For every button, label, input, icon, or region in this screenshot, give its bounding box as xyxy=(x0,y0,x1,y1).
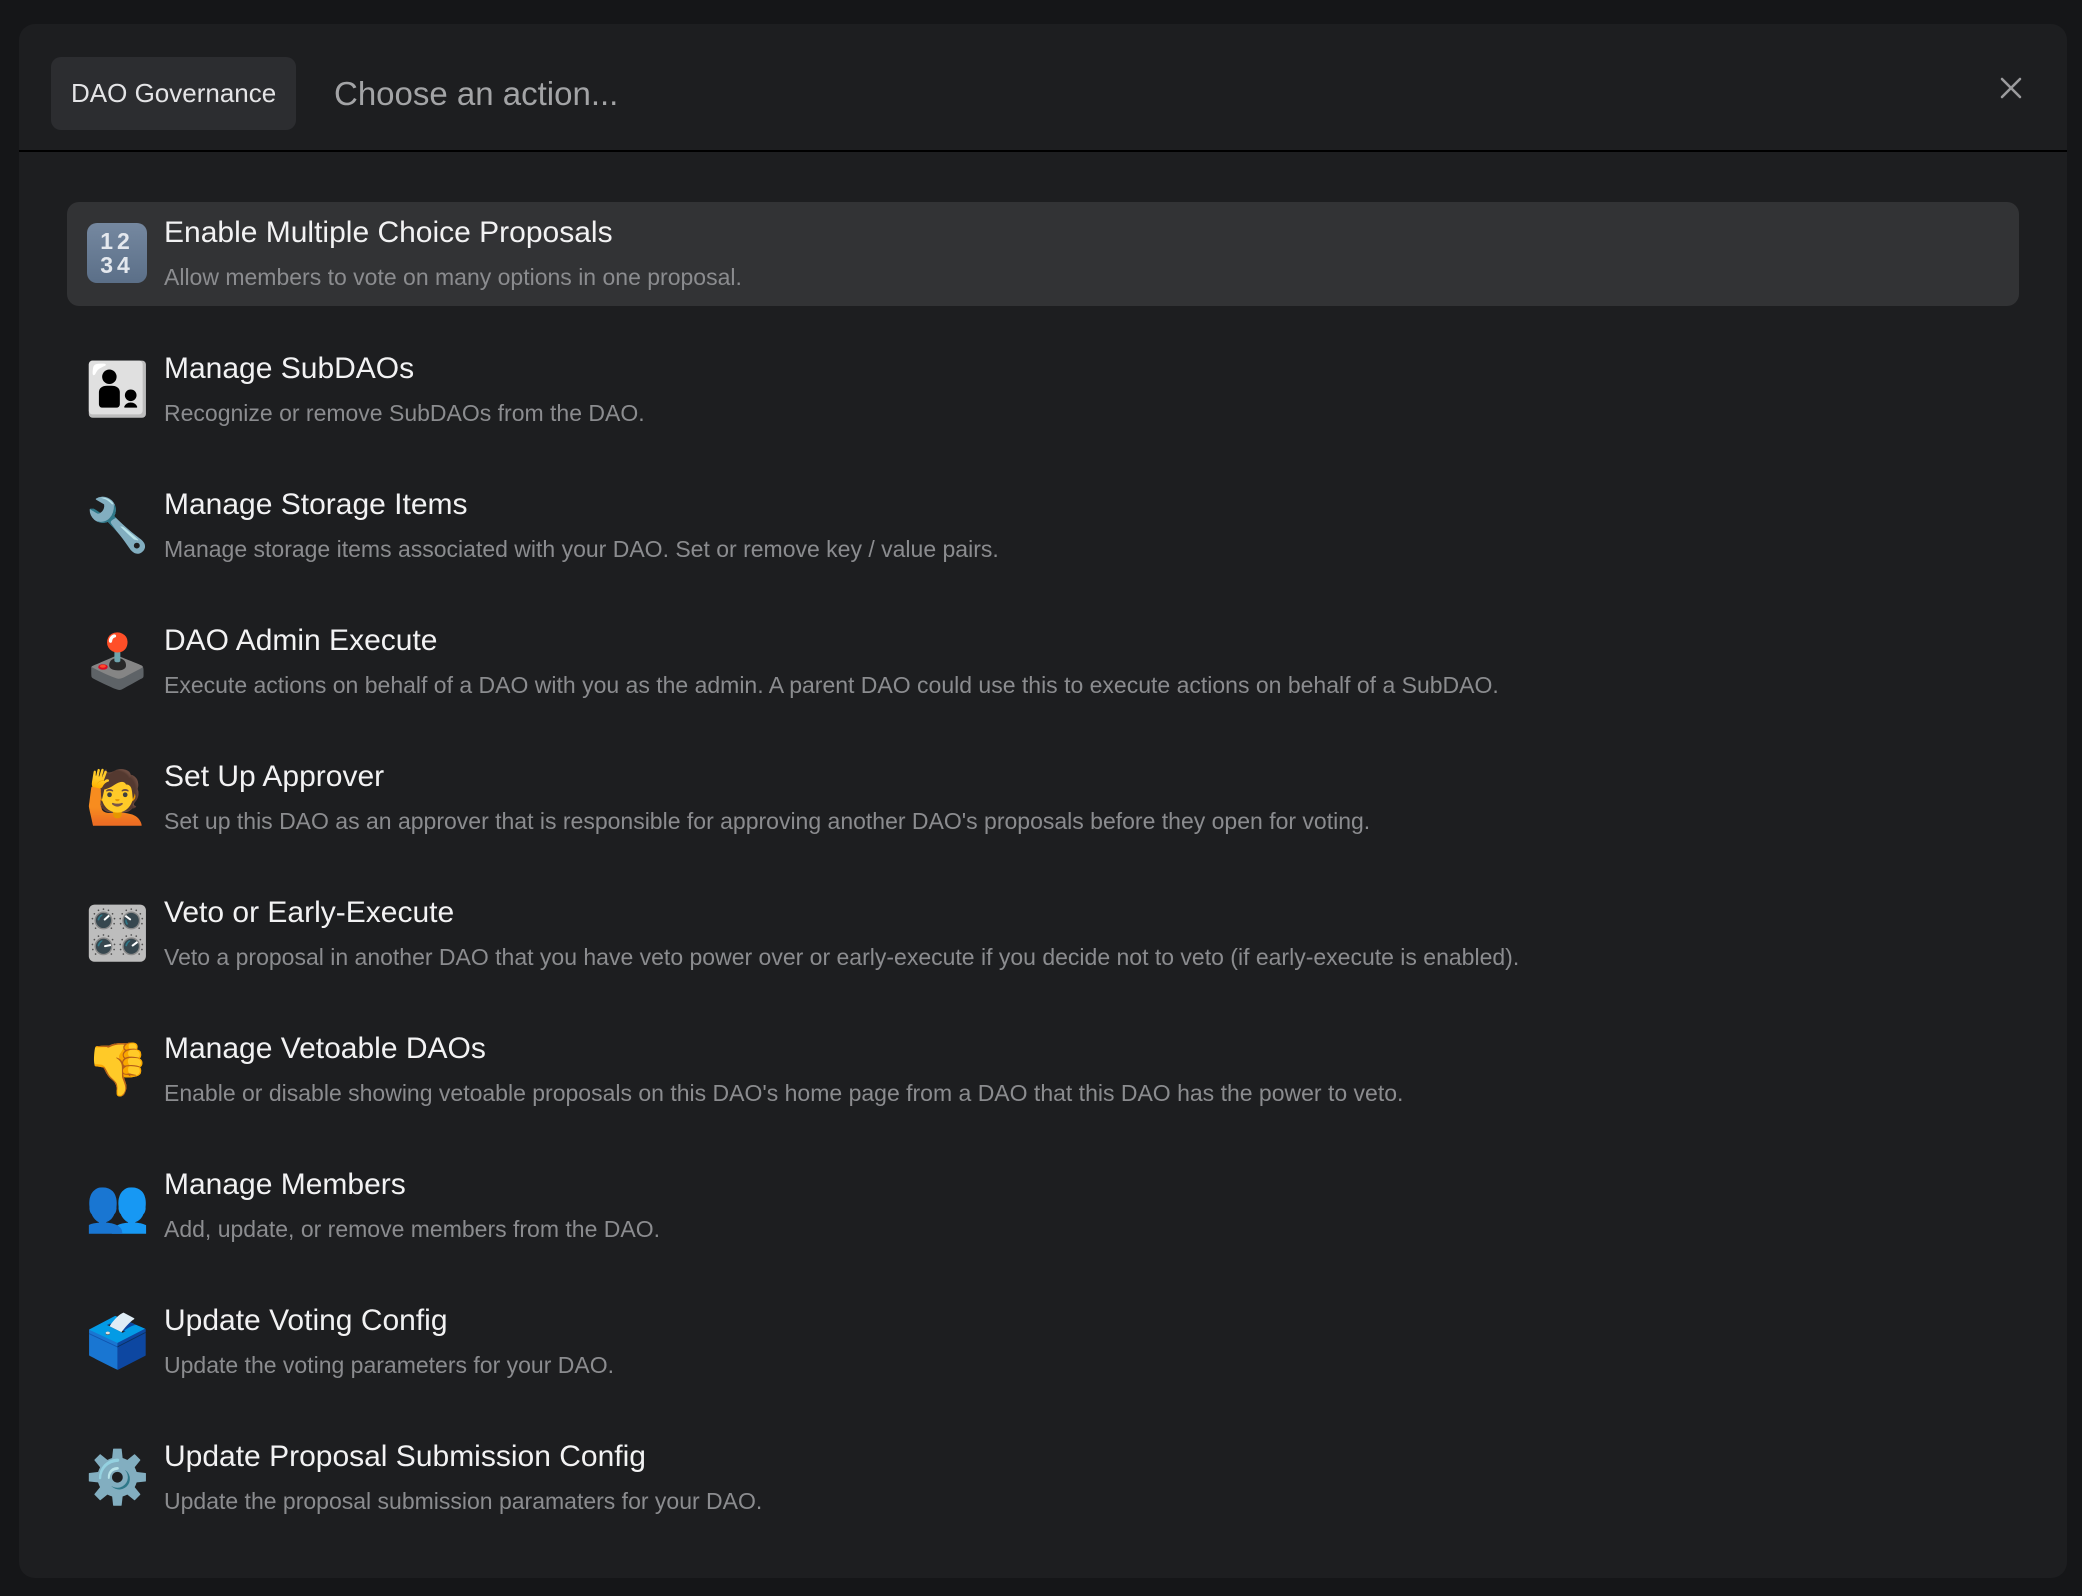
action-item-manage-vetoable-daos[interactable]: 👎 Manage Vetoable DAOs Enable or disable… xyxy=(67,1018,2019,1122)
close-button[interactable] xyxy=(1995,72,2027,104)
action-picker-modal: DAO Governance 12 34 Enable Multiple Cho… xyxy=(19,24,2067,1578)
action-description: Enable or disable showing vetoable propo… xyxy=(164,1080,1404,1106)
action-title: Manage Storage Items xyxy=(164,488,468,521)
action-title: Veto or Early-Execute xyxy=(164,896,455,929)
category-chip[interactable]: DAO Governance xyxy=(51,57,297,130)
busts-in-silhouette-icon: 👥 xyxy=(85,1176,150,1236)
action-item-manage-members[interactable]: 👥 Manage Members Add, update, or remove … xyxy=(67,1154,2019,1258)
action-description: Veto a proposal in another DAO that you … xyxy=(164,944,1520,970)
action-title: Manage SubDAOs xyxy=(164,352,415,385)
gear-icon: ⚙️ xyxy=(85,1448,150,1508)
action-title: DAO Admin Execute xyxy=(164,624,438,657)
action-description: Update the proposal submission paramater… xyxy=(164,1488,763,1514)
action-description: Manage storage items associated with you… xyxy=(164,536,999,562)
action-item-update-proposal-submission-config[interactable]: ⚙️ Update Proposal Submission Config Upd… xyxy=(67,1426,2019,1530)
joystick-icon: 🕹️ xyxy=(85,632,150,692)
action-item-enable-multiple-choice[interactable]: 12 34 Enable Multiple Choice Proposals A… xyxy=(67,202,2019,306)
action-description: Update the voting parameters for your DA… xyxy=(164,1352,614,1378)
action-title: Update Voting Config xyxy=(164,1304,448,1337)
action-item-update-voting-config[interactable]: 🗳️ Update Voting Config Update the votin… xyxy=(67,1290,2019,1394)
thumbs-down-icon: 👎 xyxy=(85,1040,150,1100)
action-item-manage-storage-items[interactable]: 🔧 Manage Storage Items Manage storage it… xyxy=(67,474,2019,578)
family-man-boy-icon: 👨‍👦 xyxy=(85,360,150,420)
modal-header: DAO Governance xyxy=(19,24,2067,152)
action-search-input[interactable] xyxy=(334,57,1834,130)
close-icon xyxy=(2000,77,2022,99)
action-list: 12 34 Enable Multiple Choice Proposals A… xyxy=(67,202,2019,1562)
wrench-icon: 🔧 xyxy=(85,496,150,556)
action-title: Update Proposal Submission Config xyxy=(164,1440,646,1473)
control-knobs-icon: 🎛️ xyxy=(85,904,150,964)
action-title: Manage Members xyxy=(164,1168,406,1201)
action-description: Set up this DAO as an approver that is r… xyxy=(164,808,1371,834)
action-item-veto-or-early-execute[interactable]: 🎛️ Veto or Early-Execute Veto a proposal… xyxy=(67,882,2019,986)
action-description: Add, update, or remove members from the … xyxy=(164,1216,660,1242)
action-description: Execute actions on behalf of a DAO with … xyxy=(164,672,1499,698)
action-title: Enable Multiple Choice Proposals xyxy=(164,216,613,249)
action-item-set-up-approver[interactable]: 🙋 Set Up Approver Set up this DAO as an … xyxy=(67,746,2019,850)
action-item-dao-admin-execute[interactable]: 🕹️ DAO Admin Execute Execute actions on … xyxy=(67,610,2019,714)
action-description: Allow members to vote on many options in… xyxy=(164,264,742,290)
input-numbers-icon: 12 34 xyxy=(87,223,147,283)
action-item-manage-subdaos[interactable]: 👨‍👦 Manage SubDAOs Recognize or remove S… xyxy=(67,338,2019,442)
action-title: Manage Vetoable DAOs xyxy=(164,1032,486,1065)
action-description: Recognize or remove SubDAOs from the DAO… xyxy=(164,400,645,426)
action-title: Set Up Approver xyxy=(164,760,385,793)
raising-hand-icon: 🙋 xyxy=(85,768,150,828)
ballot-box-icon: 🗳️ xyxy=(85,1312,150,1372)
